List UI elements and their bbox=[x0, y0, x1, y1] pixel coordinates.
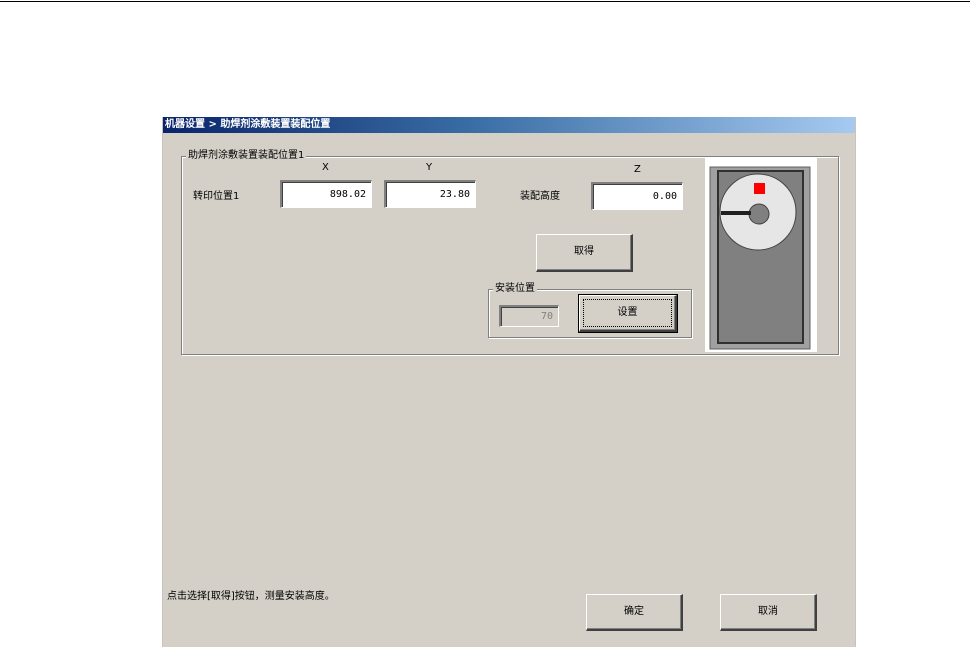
x-coordinate-field[interactable]: 898.02 bbox=[280, 180, 372, 208]
dialog-title: 机器设置 > 助焊剂涂敷装置装配位置 bbox=[163, 117, 855, 133]
column-header-x: X bbox=[322, 162, 329, 173]
flux-marker bbox=[754, 183, 765, 194]
z-height-field[interactable]: 0.00 bbox=[591, 182, 683, 210]
assembly-height-label: 装配高度 bbox=[520, 191, 560, 202]
top-divider bbox=[0, 1, 970, 2]
transfer-position-label: 转印位置1 bbox=[193, 191, 240, 202]
cancel-button-label: 取消 bbox=[758, 606, 778, 617]
ok-button-label: 确定 bbox=[624, 606, 644, 617]
cancel-button[interactable]: 取消 bbox=[720, 594, 817, 631]
column-header-y: Y bbox=[426, 162, 433, 173]
acquire-button[interactable]: 取得 bbox=[536, 234, 633, 272]
install-position-field: 70 bbox=[499, 305, 559, 327]
y-coordinate-field[interactable]: 23.80 bbox=[384, 180, 476, 208]
install-position-group-title: 安装位置 bbox=[493, 283, 537, 295]
set-button-label: 设置 bbox=[617, 307, 638, 318]
machine-settings-dialog: 机器设置 > 助焊剂涂敷装置装配位置 助焊剂涂敷装置装配位置1 X Y Z 转印… bbox=[162, 117, 856, 647]
assembly-position-group-title: 助焊剂涂敷装置装配位置1 bbox=[186, 150, 307, 162]
flux-unit-diagram-icon bbox=[709, 166, 811, 350]
flux-unit-preview bbox=[705, 157, 817, 352]
hint-text: 点击选择[取得]按钮，测量安装高度。 bbox=[167, 591, 335, 602]
ok-button[interactable]: 确定 bbox=[586, 594, 683, 631]
column-header-z: Z bbox=[634, 164, 641, 175]
acquire-button-label: 取得 bbox=[574, 246, 594, 257]
set-button[interactable]: 设置 bbox=[578, 294, 678, 333]
